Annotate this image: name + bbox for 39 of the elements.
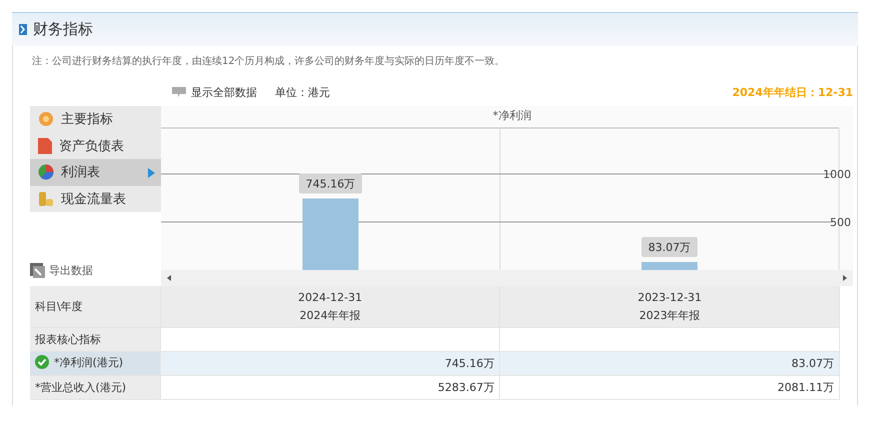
section-title: 财务指标 [33,20,93,39]
document-icon [38,138,52,154]
scroll-right-icon[interactable] [843,275,847,281]
scrollbar[interactable] [161,270,853,286]
menu-item[interactable]: 现金流量表 [30,186,161,212]
coins-icon [38,190,54,207]
comment-icon [172,87,186,97]
table-cell: 报表核心指标 [30,328,160,352]
scroll-left-icon[interactable] [167,275,171,281]
menu-item[interactable]: 利润表 [30,159,161,186]
table-header-cell: 2023-12-31 2023年年报 [500,286,840,328]
table-cell: *营业总收入(港元) [30,376,160,400]
export-link[interactable]: 导出数据 [30,263,161,278]
data-label: 83.07万 [648,241,691,254]
table-cell: 745.16万 [160,352,500,376]
year-end-label: 2024年年结日：12-31 [732,84,853,100]
table-cell: 5283.67万 [160,376,500,400]
pie-icon [38,164,54,180]
table-cell: 83.07万 [500,352,840,376]
chart-title: *净利润 [492,109,532,122]
menu-item[interactable]: 主要指标 [30,106,161,132]
table-cell: 2081.11万 [500,376,840,400]
table-header-cell: 科目\年度 [30,286,160,328]
value-label: 745.16万 [299,174,362,194]
chevron-icon [19,24,27,35]
table-cell: *净利润(港元) [30,352,160,376]
axis-tick-label: 1000 [823,168,851,182]
note-text: 注：公司进行财务结算的执行年度，由连续12个历月构成，许多公司的财务年度与实际的日历年度不一致。 [31,54,506,69]
data-label: 745.16万 [306,178,356,191]
table-header-cell: 2024-12-31 2024年年报 [160,286,500,328]
bar [302,198,358,270]
menu-item[interactable]: 资产负债表 [30,132,161,159]
unit-label: 单位：港元 [275,84,330,100]
export-icon [30,263,45,278]
show-all-link[interactable]: 显示全部数据 [172,84,257,100]
value-label: 83.07万 [642,237,698,258]
check-icon [35,355,49,370]
axis-tick-label: 500 [830,216,851,230]
bar [642,262,698,270]
